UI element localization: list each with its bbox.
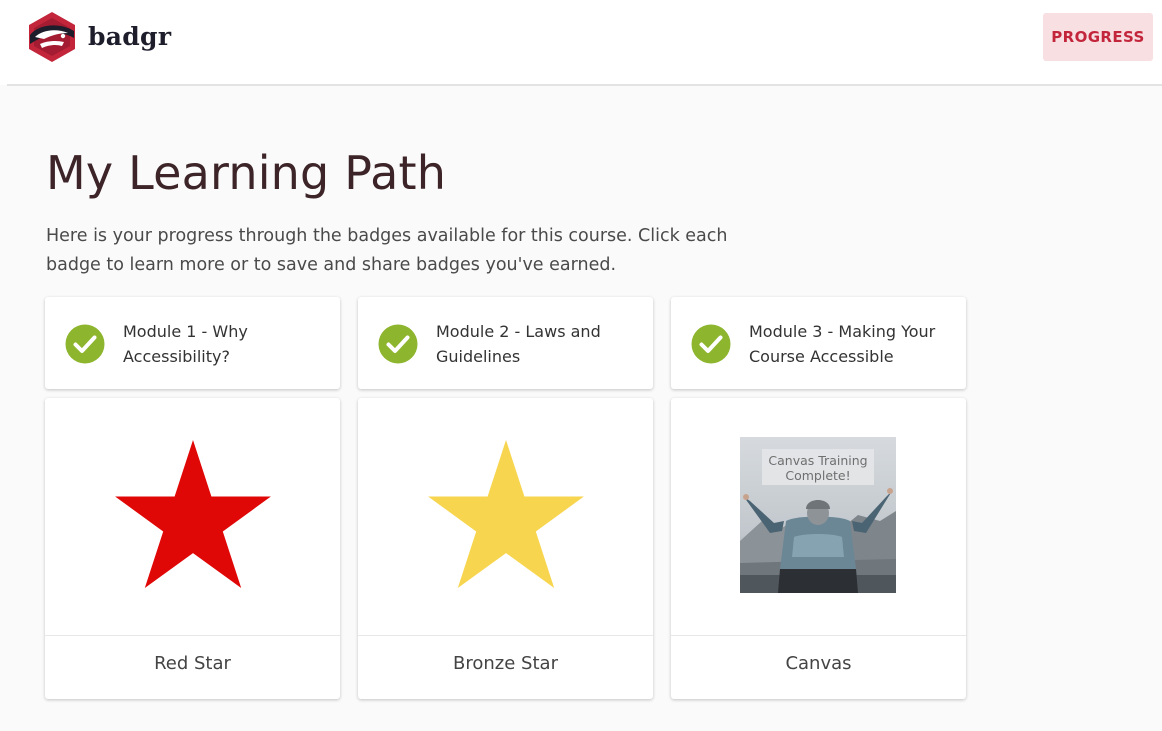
check-circle-icon (65, 324, 105, 364)
badge-divider (358, 635, 653, 636)
module-name: Module 2 - Laws and Guidelines (436, 322, 601, 366)
module-card-2: Module 2 - Laws and Guidelines (358, 297, 653, 389)
red-star-icon[interactable] (115, 440, 271, 588)
module-name: Module 1 - Why Accessibility? (123, 322, 248, 366)
brand-name[interactable]: badgr (88, 22, 171, 51)
module-card-3: Module 3 - Making Your Course Accessible (671, 297, 966, 389)
badge-divider (45, 635, 340, 636)
badge-card-red-star[interactable]: Red Star (45, 398, 340, 699)
module-name: Module 3 - Making Your Course Accessible (749, 322, 936, 366)
badgr-logo-icon[interactable] (26, 11, 78, 63)
badge-name[interactable]: Bronze Star (358, 653, 653, 674)
badge-image-area[interactable]: Canvas Training Complete! (671, 398, 966, 636)
badge-image-area[interactable] (358, 398, 653, 636)
module-card-1: Module 1 - Why Accessibility? (45, 297, 340, 389)
check-circle-icon (378, 324, 418, 364)
page-intro: Here is your progress through the badges… (46, 226, 728, 275)
check-circle-icon (691, 324, 731, 364)
badge-image-area[interactable] (45, 398, 340, 636)
badge-name[interactable]: Canvas (671, 653, 966, 674)
page-title: My Learning Path (46, 146, 447, 200)
badge-card-bronze-star[interactable]: Bronze Star (358, 398, 653, 699)
yellow-star-icon[interactable] (428, 440, 584, 588)
badge-divider (671, 635, 966, 636)
badge-name[interactable]: Red Star (45, 653, 340, 674)
top-bar: badgr PROGRESS (0, 0, 1162, 85)
badge-card-canvas[interactable]: Canvas Training Complete! Canvas (671, 398, 966, 699)
progress-button[interactable]: PROGRESS (1043, 13, 1153, 61)
canvas-badge-image[interactable]: Canvas Training Complete! (740, 437, 896, 593)
header-divider (7, 84, 1162, 86)
